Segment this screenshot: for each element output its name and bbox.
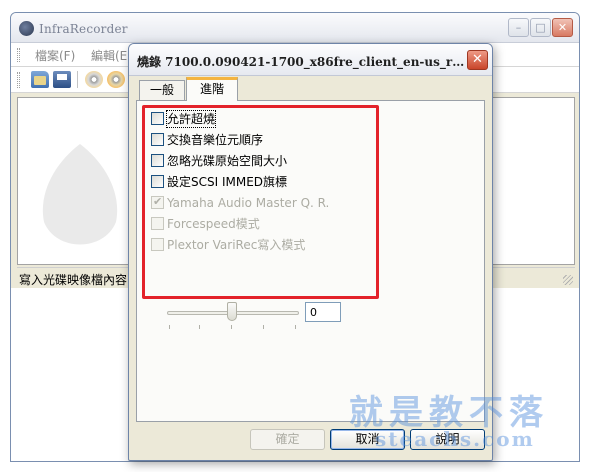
checkbox-label: 設定SCSI IMMED旗標 [167, 175, 288, 189]
close-button[interactable]: ✕ [552, 18, 573, 37]
help-button[interactable]: 說明 [410, 429, 485, 450]
main-window-title: InfraRecorder [39, 22, 128, 36]
checkbox-label: Plextor VariRec寫入模式 [167, 238, 306, 252]
dialog-titlebar[interactable]: 燒錄 7100.0.090421-1700_x86fre_client_en-u… [129, 44, 492, 76]
slider-tick [231, 325, 232, 329]
checkbox-label: 忽略光碟原始空間大小 [167, 154, 288, 168]
slider-tick [169, 325, 170, 329]
checkbox-box: ✔ [151, 195, 164, 209]
minimize-button[interactable]: – [508, 18, 529, 37]
slider-tick [263, 325, 264, 329]
app-icon [19, 21, 34, 36]
tab-general[interactable]: 一般 [139, 80, 185, 100]
main-titlebar[interactable]: InfraRecorder – □ ✕ [11, 13, 579, 43]
menu-file[interactable]: 檔案(F) [35, 47, 75, 64]
burn-dialog: 燒錄 7100.0.090421-1700_x86fre_client_en-u… [128, 43, 493, 461]
cancel-button[interactable]: 取消 [330, 429, 405, 450]
save-icon[interactable] [53, 71, 71, 88]
checkbox-box [151, 217, 164, 230]
slider-tick [199, 325, 200, 329]
checkbox-box[interactable] [151, 133, 164, 146]
toolbar-separator [77, 71, 78, 88]
open-folder-icon[interactable] [31, 71, 49, 88]
checkbox-label: Forcespeed模式 [167, 217, 260, 231]
checkbox-box[interactable] [151, 154, 164, 167]
slider-tick [295, 325, 296, 329]
advanced-tab-panel: 允許超燒 交換音樂位元順序 忽略光碟原始空間大小 設定SCSI IMMED旗標 … [136, 100, 485, 422]
copy-disc-icon[interactable] [107, 71, 125, 88]
checkbox-label: 交換音樂位元順序 [167, 133, 264, 147]
checkbox-label: 允許超燒 [165, 110, 217, 128]
checkbox-box[interactable] [151, 112, 164, 125]
dialog-close-button[interactable]: ✕ [467, 50, 488, 70]
app-logo-icon [42, 144, 118, 245]
dialog-title: 燒錄 7100.0.090421-1700_x86fre_client_en-u… [137, 55, 465, 69]
burn-disc-icon[interactable] [85, 71, 103, 88]
status-text: 寫入光碟映像檔內容 [19, 273, 128, 287]
menubar-grip[interactable] [17, 48, 20, 62]
checkbox-box[interactable] [151, 175, 164, 188]
resize-grip-icon[interactable] [563, 275, 573, 285]
tab-advanced[interactable]: 進階 [186, 77, 238, 101]
varirec-slider-thumb[interactable] [227, 302, 237, 321]
varirec-value-field[interactable]: 0 [305, 302, 341, 322]
menu-edit[interactable]: 編輯(E) [91, 47, 132, 64]
check-mark-icon: ✔ [153, 195, 163, 208]
checkbox-box [151, 238, 164, 251]
maximize-button[interactable]: □ [530, 18, 551, 37]
checkbox-label: Yamaha Audio Master Q. R. [167, 196, 330, 210]
ok-button[interactable]: 確定 [250, 429, 325, 450]
toolbar-grip[interactable] [17, 72, 20, 88]
